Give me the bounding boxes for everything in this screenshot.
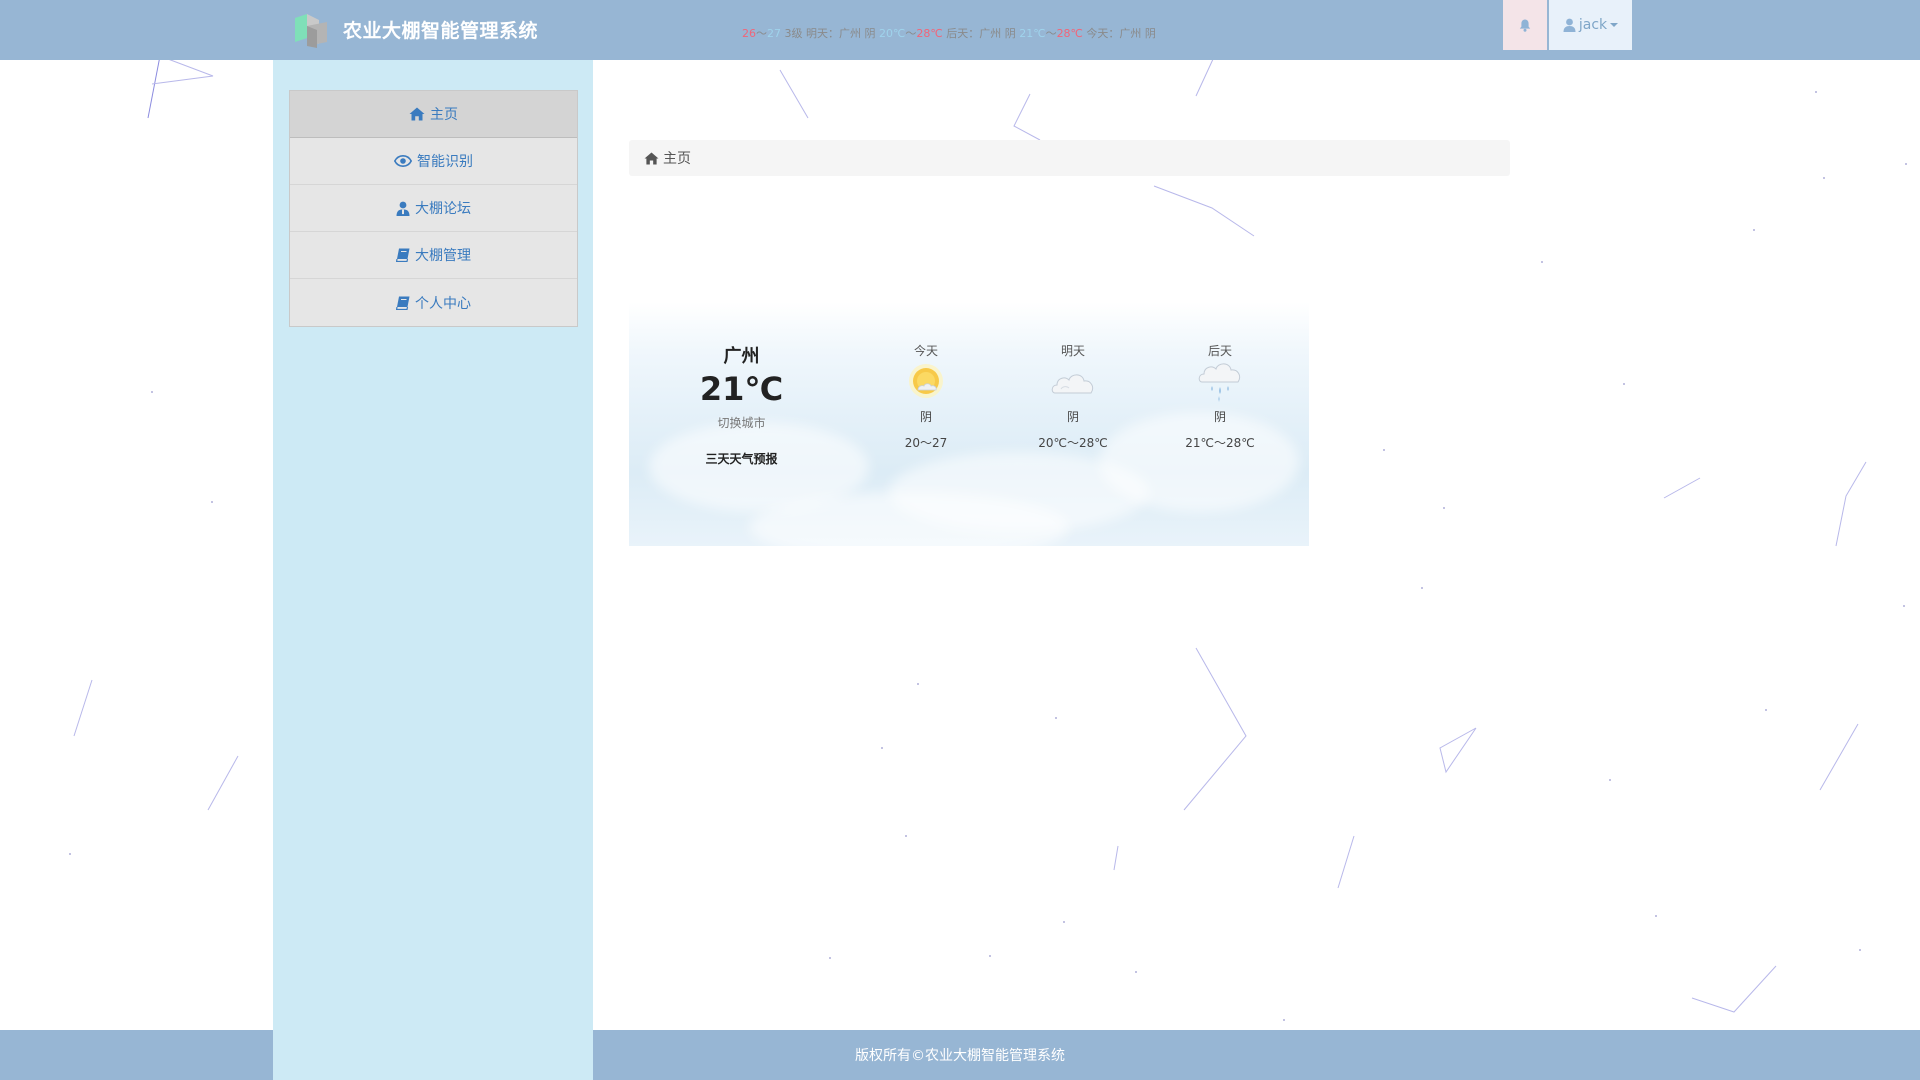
user-tie-icon (396, 201, 410, 216)
chevron-down-icon (1610, 23, 1619, 27)
sidebar-item-label: 大棚管理 (415, 248, 471, 264)
forecast-day-tomorrow: 明天 阴 20℃～28℃ (1013, 342, 1133, 451)
breadcrumb-item[interactable]: 主页 (663, 148, 691, 168)
forecast-day-today: 今天 阴 20～27 (866, 342, 986, 451)
ticker-segment: 28℃ (916, 27, 943, 40)
book-icon (396, 296, 410, 310)
forecast-day-label: 明天 (1060, 344, 1085, 358)
forecast-day-after-tomorrow: 后天 阴 21℃～28℃ (1160, 342, 1280, 451)
weather-widget: 广州 21℃ 切换城市 三天天气预报 今天 阴 20～27 明天 阴 20℃～2… (629, 302, 1309, 546)
ticker-segment: 26 (742, 27, 756, 40)
sidebar-item-forum[interactable]: 大棚论坛 (290, 185, 577, 232)
forecast-temp-range: 21℃～28℃ (1185, 436, 1255, 450)
switch-city-link[interactable]: 切换城市 (629, 414, 854, 431)
forecast-day-label: 后天 (1207, 344, 1232, 358)
weather-ticker: 26～27 3级 明天：广州 阴 20℃～28℃ 后天：广州 阴 21℃～28℃… (742, 25, 1156, 41)
three-day-forecast-label: 三天天气预报 (705, 452, 778, 466)
forecast-condition: 阴 (919, 410, 932, 424)
sun-cloud-icon (909, 364, 943, 398)
sidebar-item-home[interactable]: 主页 (290, 91, 577, 138)
breadcrumb: 主页 (629, 140, 1510, 176)
ticker-segment: ～ (1045, 27, 1057, 40)
ticker-segment: ～ (905, 27, 917, 40)
ticker-segment: 27 (767, 27, 781, 40)
top-navbar: 农业大棚智能管理系统 26～27 3级 明天：广州 阴 20℃～28℃ 后天：广… (0, 0, 1920, 60)
sidebar-item-greenhouse-management[interactable]: 大棚管理 (290, 232, 577, 279)
bell-icon (1519, 19, 1531, 32)
sidebar-item-label: 个人中心 (415, 295, 471, 312)
cloud-icon (1051, 374, 1094, 394)
sidebar-item-recognition[interactable]: 智能识别 (290, 138, 577, 185)
ticker-segment: 后天：广州 阴 (942, 27, 1020, 40)
app-title[interactable]: 农业大棚智能管理系统 (343, 16, 538, 43)
user-menu-dropdown[interactable]: jack (1549, 0, 1632, 50)
user-icon (1563, 18, 1576, 32)
username-label: jack (1578, 17, 1608, 33)
ticker-segment: 20℃ (878, 27, 906, 40)
sidebar-menu: 主页 智能识别 大棚论坛 大棚管理 个人中心 (289, 90, 578, 327)
forecast-condition: 阴 (1213, 410, 1226, 424)
sidebar-item-label: 智能识别 (417, 154, 473, 170)
sidebar: 主页 智能识别 大棚论坛 大棚管理 个人中心 (273, 50, 593, 1080)
forecast-day-label: 今天 (913, 344, 938, 358)
home-icon (644, 151, 659, 165)
home-icon (409, 107, 425, 121)
ticker-segment: 3级 明天：广州 阴 (781, 27, 879, 40)
logo-icon (295, 14, 327, 48)
copyright-text: 版权所有©农业大棚智能管理系统 (855, 1048, 1065, 1064)
rain-icon (1198, 363, 1241, 402)
notification-button[interactable] (1503, 0, 1547, 50)
current-temperature: 21℃ (699, 370, 784, 408)
forecast-condition: 阴 (1066, 410, 1079, 424)
ticker-segment: 21℃ (1019, 27, 1046, 40)
sidebar-item-personal-center[interactable]: 个人中心 (290, 279, 577, 326)
ticker-segment: 28℃ (1056, 27, 1083, 40)
sidebar-item-label: 大棚论坛 (415, 201, 471, 217)
eye-icon (394, 155, 412, 167)
weather-city: 广州 (723, 346, 760, 367)
book-icon (396, 248, 410, 262)
forecast-temp-range: 20～27 (904, 436, 948, 450)
sidebar-item-label: 主页 (430, 107, 458, 123)
ticker-segment: ～ (756, 27, 767, 40)
ticker-segment: 今天：广州 阴 (1082, 27, 1156, 40)
forecast-temp-range: 20℃～28℃ (1038, 436, 1108, 450)
